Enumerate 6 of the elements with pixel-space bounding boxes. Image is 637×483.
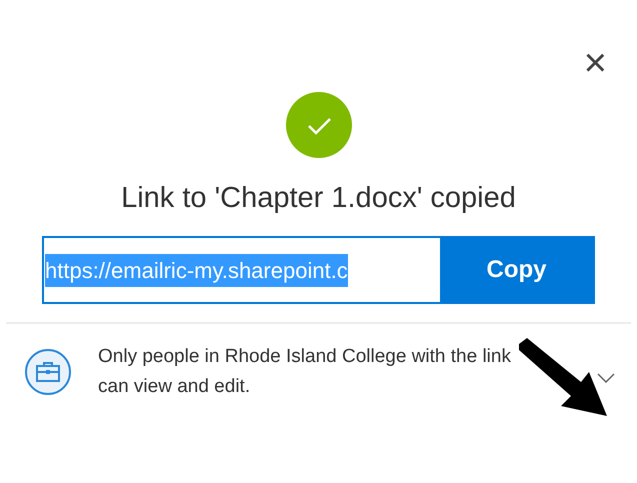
permission-text: Only people in Rhode Island College with the link can view and edit. — [98, 345, 512, 399]
success-check-icon — [286, 92, 352, 158]
briefcase-icon — [24, 348, 72, 396]
close-button[interactable]: × — [580, 48, 611, 78]
chevron-down-icon[interactable] — [597, 373, 615, 383]
dialog-title: Link to 'Chapter 1.docx' copied — [121, 181, 516, 216]
